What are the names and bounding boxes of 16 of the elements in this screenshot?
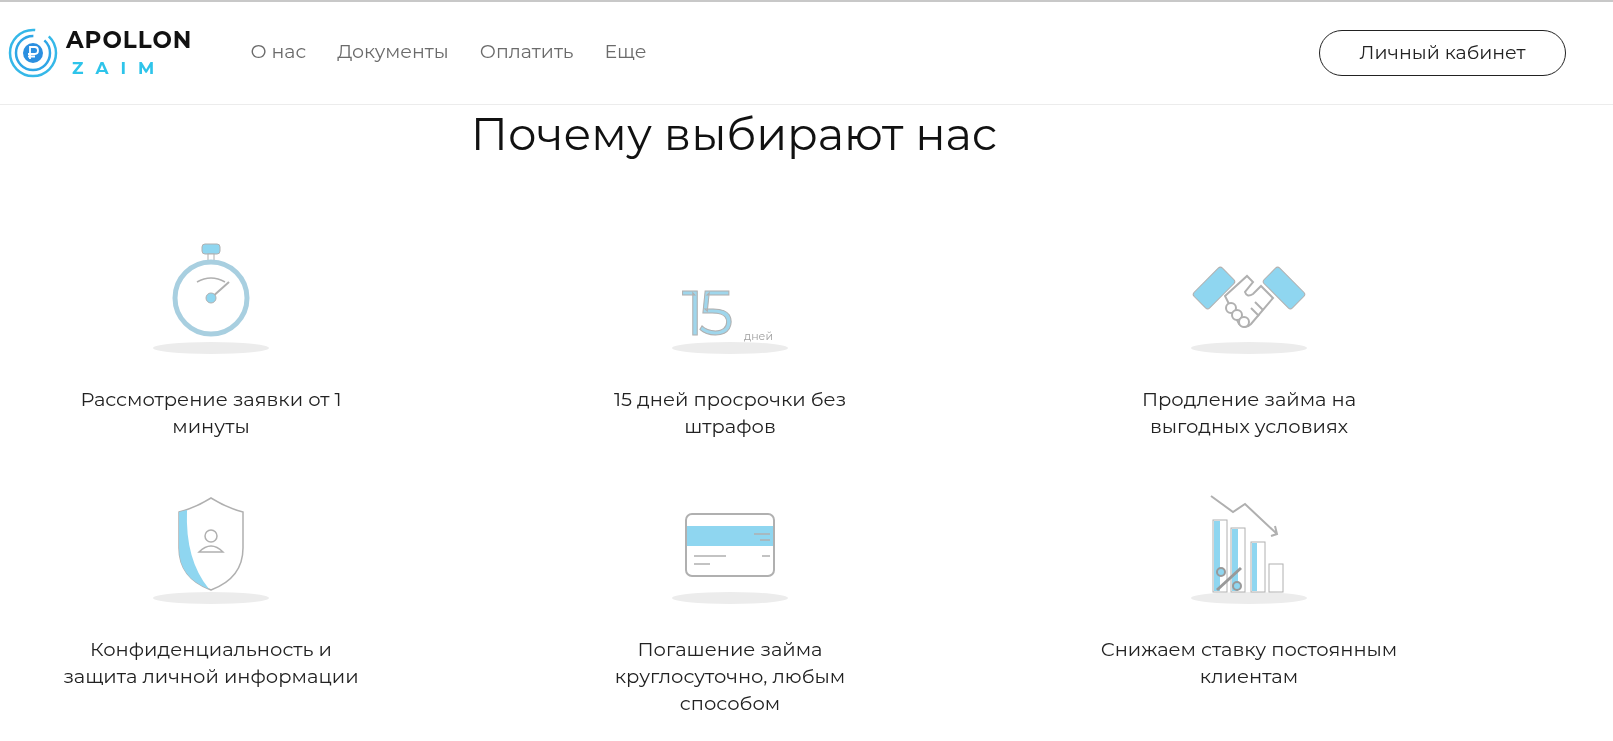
- feature-text: 15 дней просрочки без штрафов: [612, 386, 848, 440]
- feature-text: Погашение займа круглосуточно, любым способом: [613, 636, 847, 717]
- logo-icon: [8, 28, 58, 78]
- nav-link[interactable]: Документы: [337, 37, 449, 67]
- logo-wordmark: APOLLON: [66, 29, 193, 52]
- icon-number: 15: [682, 282, 728, 344]
- feature-text: Рассмотрение заявки от 1 минуты: [79, 386, 343, 440]
- stopwatch-icon: [151, 240, 271, 356]
- feature-text: Продление займа на выгодных условиях: [1140, 386, 1358, 440]
- logo-subtitle: ZAIM: [72, 60, 168, 77]
- feature-text: Конфиденциальность и защита личной информации: [62, 636, 360, 690]
- icon-unit: дней: [744, 328, 773, 345]
- feature-text: Снижаем ставку постоянным клиентам: [1099, 636, 1399, 690]
- nav-link[interactable]: Оплатить: [479, 37, 574, 67]
- nav-link[interactable]: Еще: [604, 37, 647, 67]
- nav-link[interactable]: О нас: [250, 37, 307, 67]
